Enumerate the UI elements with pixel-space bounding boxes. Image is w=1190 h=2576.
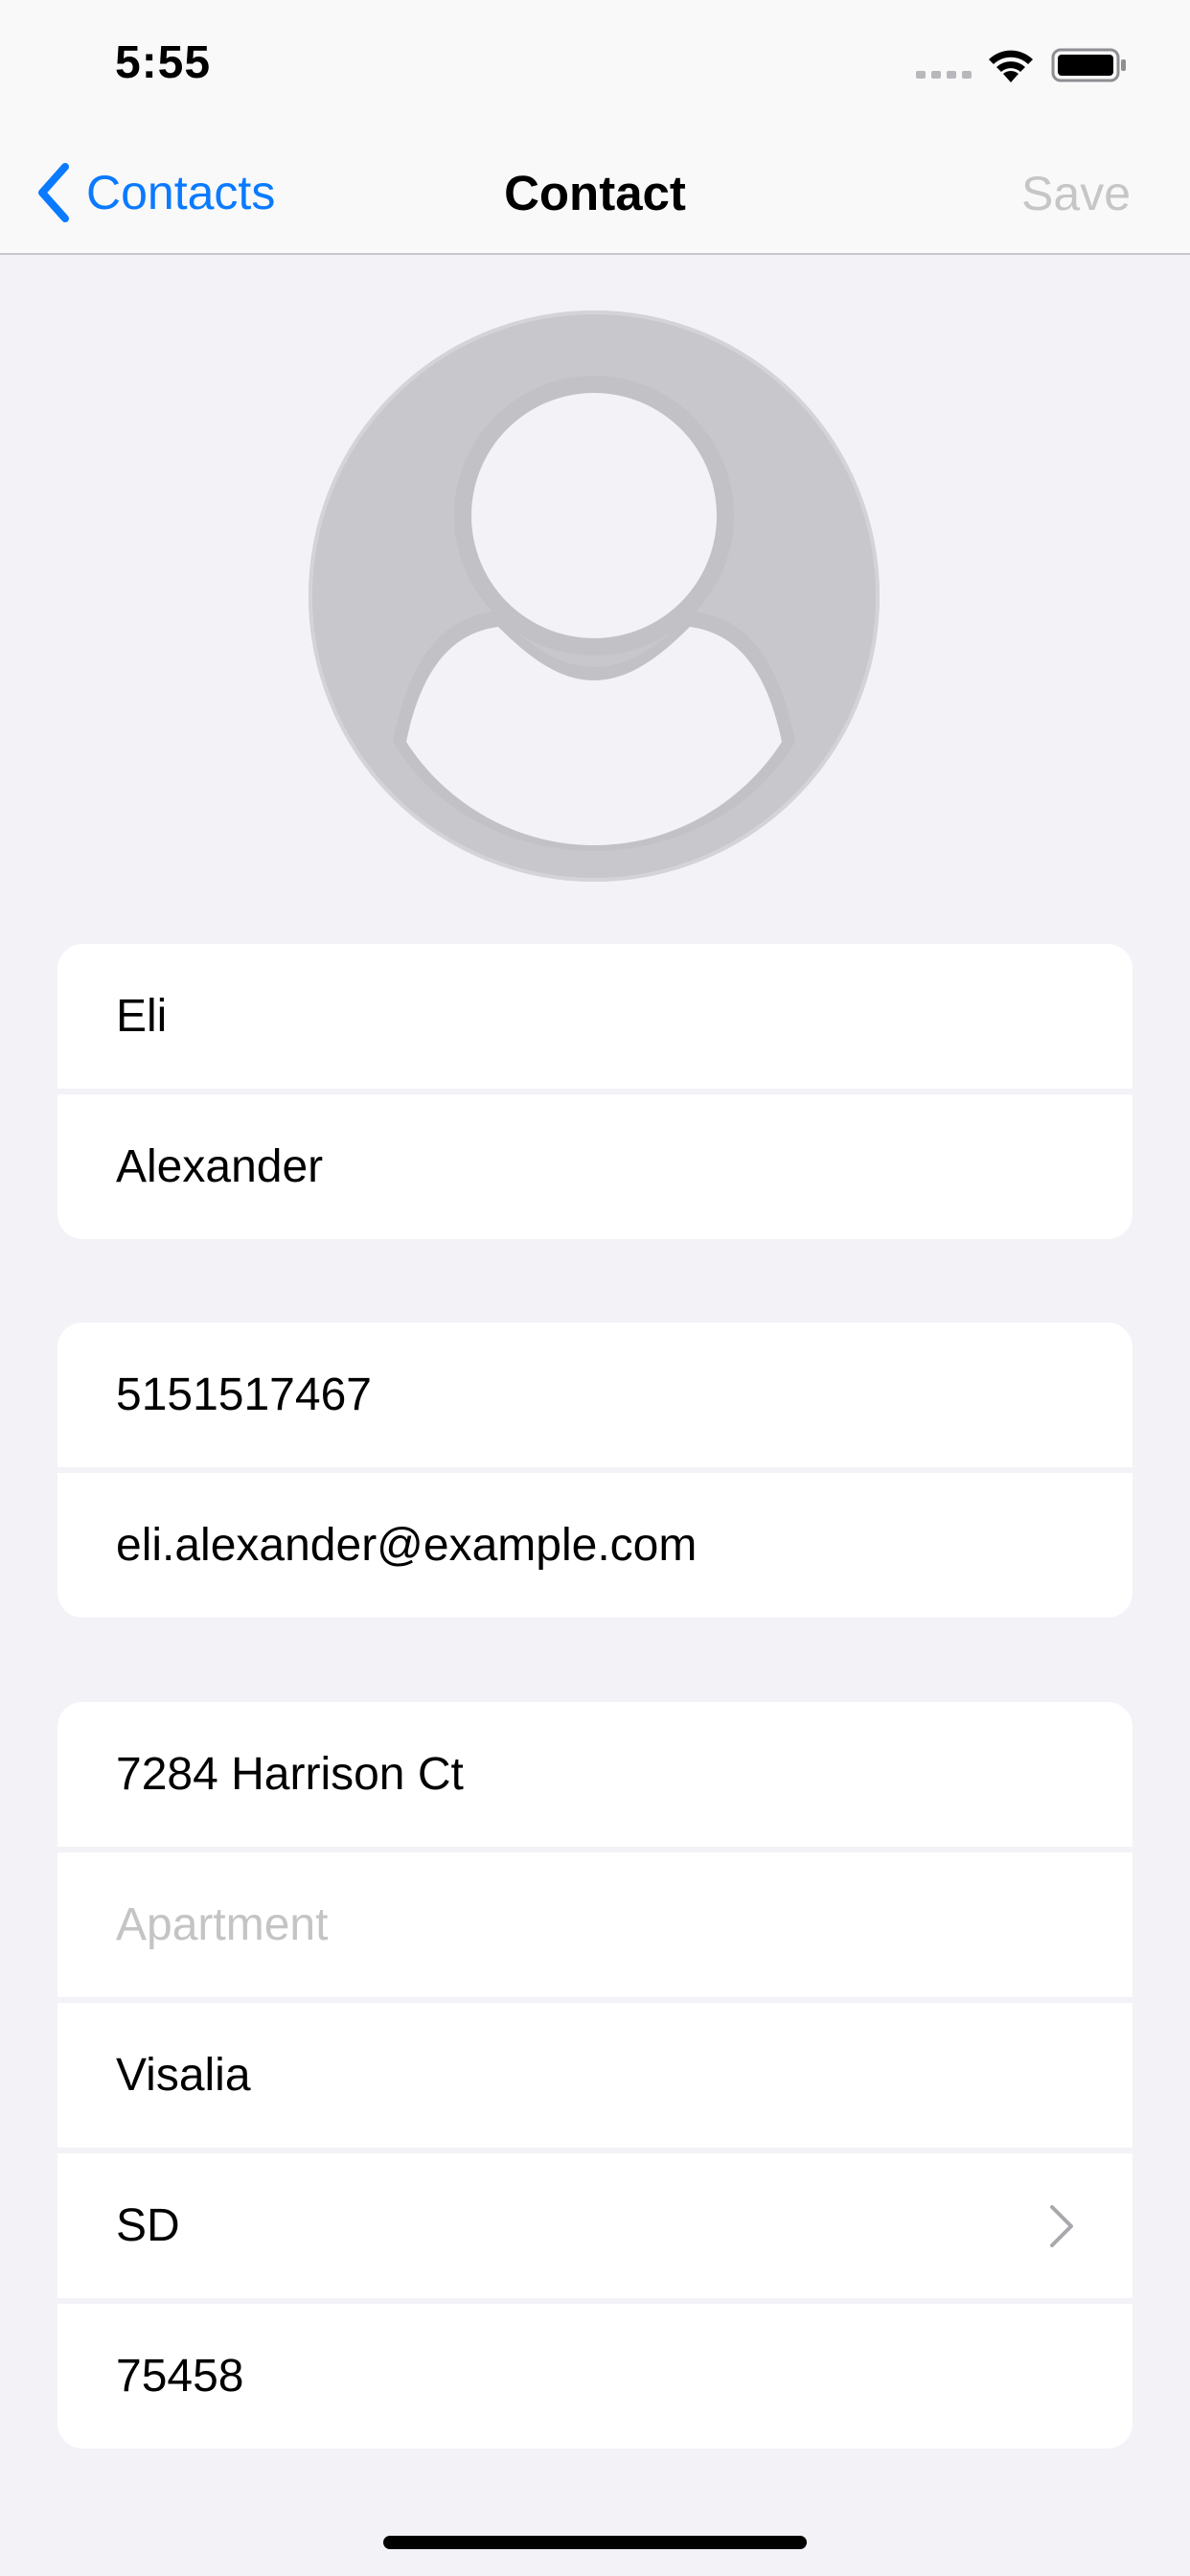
address-group: 7284 Harrison Ct Apartment Visalia SD 75… [57, 1702, 1133, 2449]
first-name-field[interactable]: Eli [57, 944, 1133, 1089]
email-field[interactable]: eli.alexander@example.com [57, 1467, 1133, 1618]
zip-value: 75458 [116, 2351, 244, 2402]
home-indicator[interactable] [383, 2536, 807, 2549]
state-value: SD [116, 2200, 180, 2251]
battery-icon [1051, 48, 1126, 82]
last-name-field[interactable]: Alexander [57, 1089, 1133, 1239]
state-picker[interactable]: SD [57, 2148, 1133, 2298]
status-time: 5:55 [115, 37, 212, 88]
zip-field[interactable]: 75458 [57, 2298, 1133, 2449]
wifi-icon [989, 50, 1033, 82]
chevron-right-icon [1050, 2204, 1073, 2247]
street-field[interactable]: 7284 Harrison Ct [57, 1702, 1133, 1847]
navigation-bar: Contacts Contact Save [0, 134, 1190, 255]
last-name-value: Alexander [116, 1141, 324, 1192]
contact-info-group: 5151517467 eli.alexander@example.com [57, 1322, 1133, 1618]
apartment-placeholder: Apartment [116, 1899, 329, 1950]
city-value: Visalia [116, 2050, 251, 2101]
cellular-signal-icon [916, 71, 972, 79]
person-silhouette-icon[interactable] [307, 309, 881, 884]
page-title: Contact [504, 166, 686, 220]
phone-field[interactable]: 5151517467 [57, 1322, 1133, 1467]
first-name-value: Eli [116, 991, 168, 1042]
apartment-field[interactable]: Apartment [57, 1847, 1133, 1997]
city-field[interactable]: Visalia [57, 1997, 1133, 2148]
status-bar: 5:55 [0, 0, 1190, 134]
save-button[interactable]: Save [1021, 163, 1131, 224]
phone-value: 5151517467 [116, 1369, 372, 1420]
street-value: 7284 Harrison Ct [116, 1749, 464, 1800]
email-value: eli.alexander@example.com [116, 1520, 698, 1571]
name-group: Eli Alexander [57, 944, 1133, 1239]
